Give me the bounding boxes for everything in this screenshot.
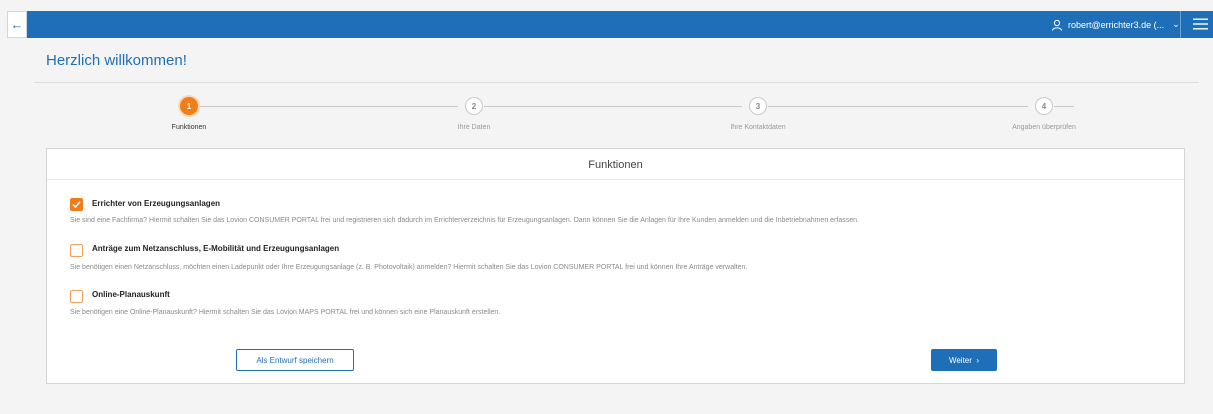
back-button[interactable]: ← <box>7 11 27 38</box>
planauskunft-label[interactable]: Online-Planauskunft <box>92 290 170 299</box>
step-4-label: Angaben überprüfen <box>1012 124 1076 131</box>
stepper-connector <box>484 106 742 107</box>
card-title: Funktionen <box>588 159 643 171</box>
planauskunft-checkbox[interactable] <box>70 290 83 303</box>
netzanschluss-description: Sie benötigen einen Netzanschluss, möcht… <box>70 264 748 271</box>
errichter-checkbox[interactable] <box>70 198 83 211</box>
save-draft-button[interactable]: Als Entwurf speichern <box>236 349 354 371</box>
stepper-connector <box>198 106 458 107</box>
check-icon <box>72 201 81 209</box>
step-3-indicator[interactable]: 3 <box>749 97 767 115</box>
step-2-indicator[interactable]: 2 <box>465 97 483 115</box>
step-1-indicator[interactable]: 1 <box>180 97 198 115</box>
user-email: robert@errichter3.de (... <box>1068 19 1165 30</box>
user-icon <box>1052 19 1062 31</box>
step-3-label: Ihre Kontaktdaten <box>730 124 786 131</box>
netzanschluss-checkbox[interactable] <box>70 244 83 257</box>
title-divider <box>34 82 1199 83</box>
step-4-indicator[interactable]: 4 <box>1035 97 1053 115</box>
arrow-left-icon: ← <box>10 17 24 32</box>
netzanschluss-label[interactable]: Anträge zum Netzanschluss, E-Mobilität u… <box>92 244 339 253</box>
next-button-label: Weiter <box>948 355 972 365</box>
hamburger-menu-icon[interactable] <box>1193 18 1208 30</box>
stepper-connector <box>768 106 1028 107</box>
user-menu[interactable]: robert@errichter3.de (... ⌄ <box>1037 11 1180 38</box>
stepper-connector <box>1054 106 1074 107</box>
step-1-label: Funktionen <box>171 124 207 131</box>
card-title-divider <box>47 179 1184 180</box>
planauskunft-description: Sie benötigen eine Online-Planauskunft? … <box>70 309 501 316</box>
step-2-label: Ihre Daten <box>457 124 491 131</box>
header-divider <box>1180 11 1181 38</box>
errichter-description: Sie sind eine Fachfirma? Hiermit schalte… <box>70 217 859 224</box>
chevron-down-icon: ⌄ <box>1172 19 1180 29</box>
functions-card: Funktionen Errichter von Erzeugungsanlag… <box>46 148 1185 384</box>
page-title: Herzlich willkommen! <box>46 52 187 69</box>
next-button[interactable]: Weiter › <box>931 349 997 371</box>
top-navigation-bar <box>7 11 1213 38</box>
errichter-label[interactable]: Errichter von Erzeugungsanlagen <box>92 199 220 208</box>
chevron-right-icon: › <box>974 355 980 365</box>
